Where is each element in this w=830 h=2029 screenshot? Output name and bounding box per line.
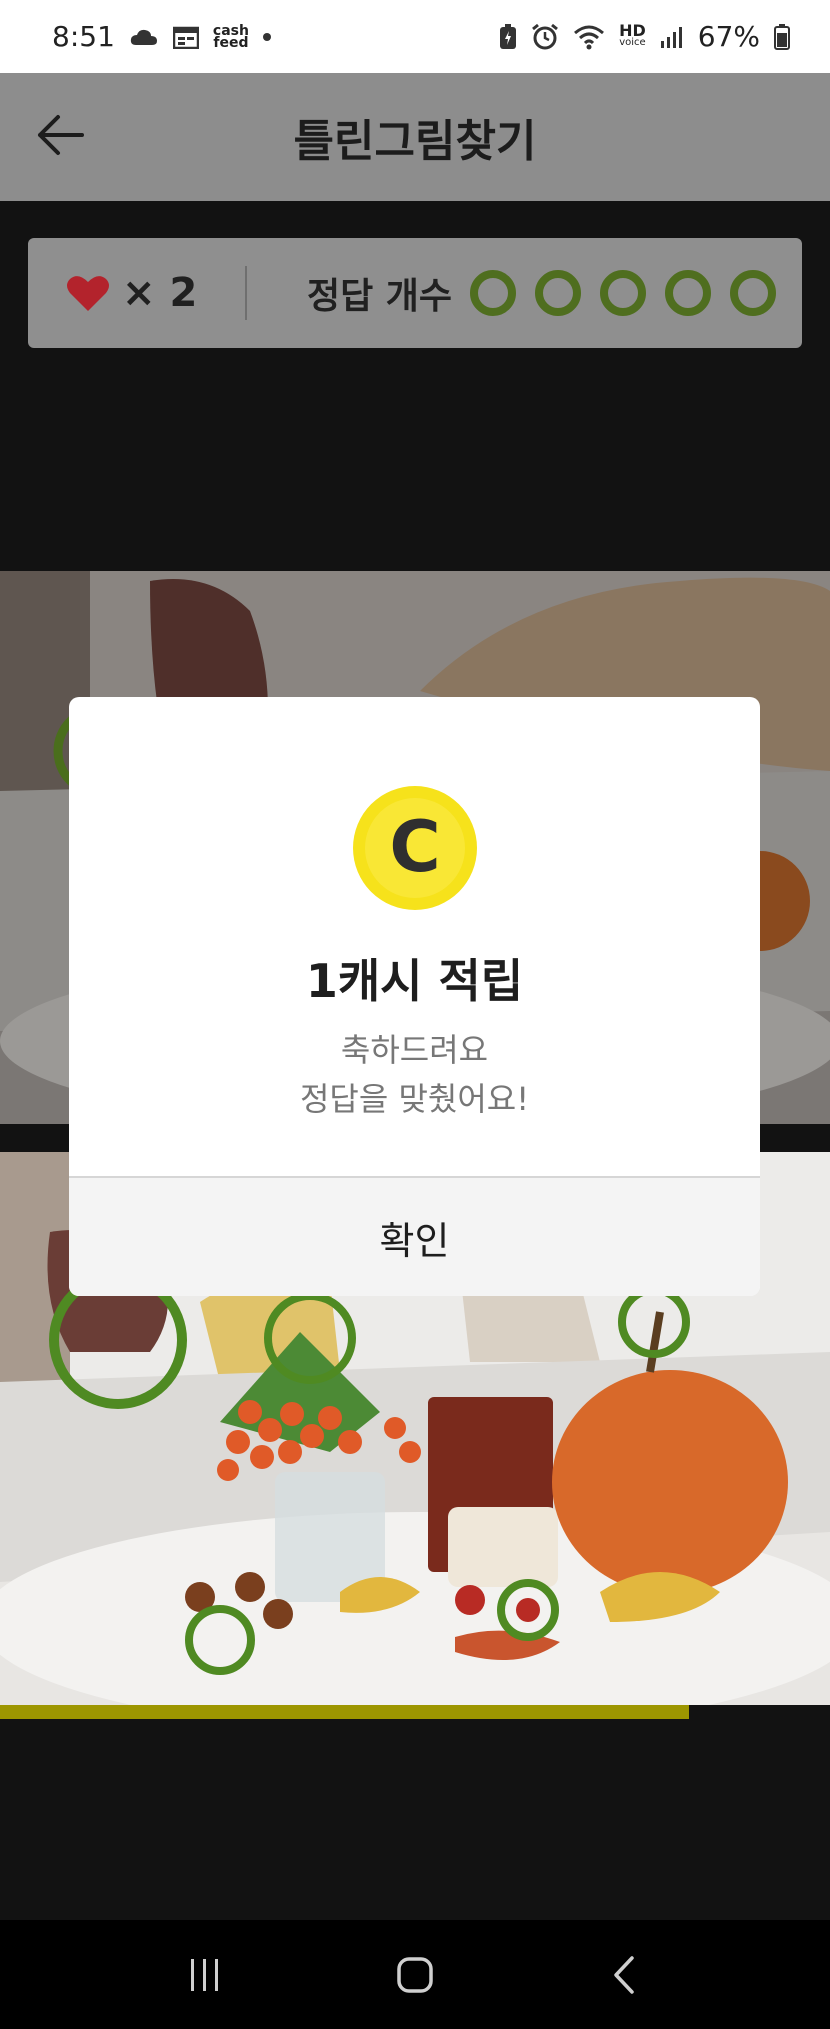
battery-percent: 67% bbox=[697, 20, 760, 53]
reward-message-line1: 축하드려요 bbox=[340, 1031, 489, 1069]
battery-icon bbox=[774, 23, 790, 50]
cashfeed-line2: feed bbox=[213, 34, 249, 51]
answer-rings bbox=[470, 270, 777, 316]
score-bar: × 2 정답 개수 bbox=[28, 238, 802, 348]
hd-voice-icon: HD voice bbox=[619, 20, 646, 49]
answer-ring bbox=[470, 270, 517, 316]
alarm-icon bbox=[532, 23, 559, 49]
back-arrow-icon[interactable] bbox=[34, 109, 86, 161]
recent-apps-button[interactable] bbox=[165, 1945, 245, 2005]
hd-line2: voice bbox=[619, 36, 646, 48]
cloud-icon bbox=[130, 29, 157, 45]
calendar-icon bbox=[172, 26, 199, 49]
confirm-button[interactable]: 확인 bbox=[69, 1176, 760, 1296]
recent-apps-icon bbox=[191, 1958, 218, 1991]
back-button[interactable] bbox=[585, 1945, 665, 2005]
cashfeed-icon: cash feed bbox=[213, 24, 249, 51]
score-divider bbox=[245, 266, 247, 320]
status-bar: 8:51 cash feed HD voice 67% bbox=[0, 0, 830, 73]
cash-coin-icon: C bbox=[353, 786, 477, 910]
app-header: 틀린그림찾기 bbox=[0, 73, 830, 201]
reward-message-line2: 정답을 맞췄어요! bbox=[299, 1080, 530, 1118]
answer-ring bbox=[730, 270, 777, 316]
coin-letter: C bbox=[389, 806, 440, 888]
lives-counter: × 2 bbox=[28, 270, 245, 316]
battery-saver-icon bbox=[500, 23, 517, 49]
answer-ring bbox=[535, 270, 582, 316]
reward-title: 1캐시 적립 bbox=[305, 954, 524, 1008]
signal-icon bbox=[660, 26, 682, 48]
status-left: 8:51 cash feed bbox=[52, 20, 271, 53]
wifi-icon bbox=[574, 25, 605, 49]
answer-ring bbox=[600, 270, 647, 316]
home-icon bbox=[397, 1956, 433, 1993]
status-time: 8:51 bbox=[52, 20, 115, 53]
hd-line1: HD bbox=[619, 20, 646, 40]
status-right: HD voice 67% bbox=[499, 20, 790, 53]
system-nav-bar bbox=[0, 1920, 830, 2029]
back-icon bbox=[614, 1955, 634, 1994]
lives-count: × 2 bbox=[122, 270, 198, 316]
screen: 8:51 cash feed HD voice 67% 틀린그림찾기 × 2 정… bbox=[0, 0, 830, 2029]
heart-icon bbox=[67, 276, 109, 311]
reward-dialog: C 1캐시 적립 축하드려요 정답을 맞췄어요! 확인 bbox=[69, 697, 760, 1296]
timer-progress-bar bbox=[0, 1705, 689, 1719]
page-title: 틀린그림찾기 bbox=[293, 116, 537, 167]
answer-ring bbox=[665, 270, 712, 316]
home-button[interactable] bbox=[375, 1945, 455, 2005]
notification-dot bbox=[262, 32, 271, 41]
answer-count-label: 정답 개수 bbox=[307, 276, 453, 317]
